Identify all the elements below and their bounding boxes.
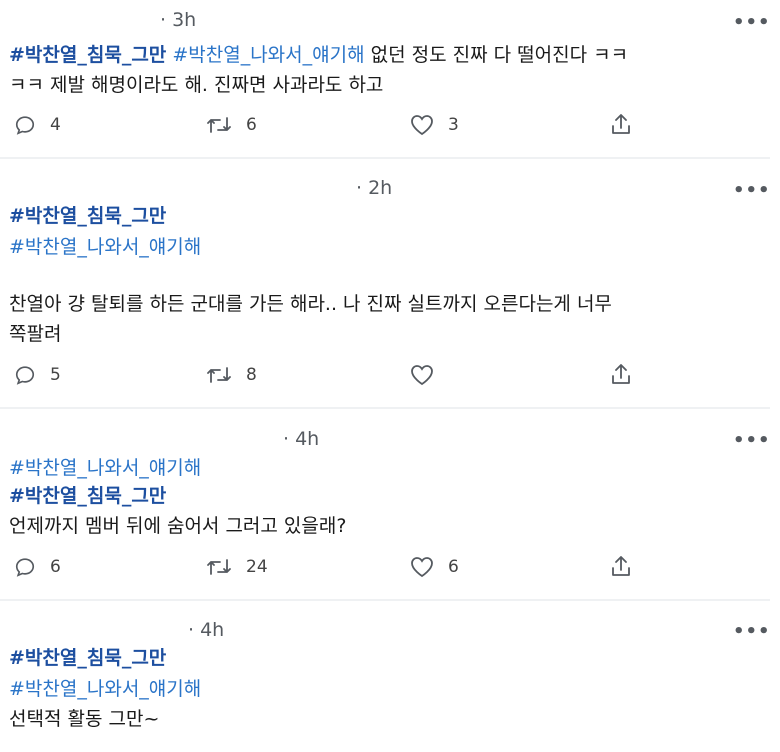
reply-button[interactable]: 5 (14, 364, 61, 386)
hashtag-link[interactable]: #박찬열_침묵_그만 (9, 44, 166, 66)
reply-count: 6 (50, 557, 61, 577)
tweet-1[interactable]: · 3h ••• #박찬열_침묵_그만 #박찬열_나와서_얘기해 없던 정도 진… (0, 0, 780, 158)
like-button[interactable] (410, 364, 434, 386)
more-options-icon[interactable]: ••• (733, 623, 771, 641)
reply-icon (15, 558, 35, 577)
retweet-count: 8 (246, 365, 257, 385)
like-count: 6 (448, 557, 459, 577)
tweet-timestamp[interactable]: · 4h (188, 619, 224, 641)
share-button[interactable] (610, 112, 632, 136)
reply-count: 4 (50, 115, 61, 135)
like-count: 3 (448, 115, 459, 135)
more-options-icon[interactable]: ••• (733, 432, 771, 450)
reply-icon (15, 366, 35, 385)
tweet-text-line: ㅋㅋ 제발 해명이라도 해. 진짜면 사과라도 하고 (9, 74, 384, 96)
tweet-divider (0, 157, 770, 159)
retweet-count: 24 (246, 557, 268, 577)
like-button[interactable]: 6 (410, 556, 459, 578)
tweet-3[interactable]: · 4h ••• #박찬열_나와서_얘기해 #박찬열_침묵_그만 언제까지 멤버… (0, 410, 780, 600)
share-button[interactable] (610, 554, 632, 578)
tweet-divider (0, 407, 770, 409)
share-button[interactable] (610, 362, 632, 386)
reply-button[interactable]: 6 (14, 556, 61, 578)
reply-icon (15, 116, 35, 135)
tweet-text-line: 쪽팔려 (9, 323, 62, 345)
tweet-timestamp[interactable]: · 3h (160, 9, 196, 31)
hashtag-link[interactable]: #박찬열_나와서_얘기해 (9, 455, 201, 481)
tweet-divider (0, 599, 770, 601)
hashtag-link[interactable]: #박찬열_나와서_얘기해 (172, 44, 364, 66)
more-options-icon[interactable]: ••• (733, 182, 771, 200)
retweet-icon (207, 367, 231, 383)
heart-icon (411, 557, 433, 578)
heart-icon (411, 365, 433, 386)
tweet-4[interactable]: · 4h ••• #박찬열_침묵_그만 #박찬열_나와서_얘기해 선택적 활동 … (0, 602, 780, 752)
tweet-text-line: 선택적 활동 그만~ (9, 708, 160, 730)
retweet-icon (207, 117, 231, 133)
more-options-icon[interactable]: ••• (733, 14, 771, 32)
hashtag-link[interactable]: #박찬열_나와서_얘기해 (9, 234, 201, 260)
tweet-2[interactable]: · 2h ••• #박찬열_침묵_그만 #박찬열_나와서_얘기해 찬열아 걍 탈… (0, 160, 780, 408)
share-icon (612, 114, 630, 134)
tweet-timestamp[interactable]: · 2h (356, 177, 392, 199)
retweet-count: 6 (246, 115, 257, 135)
like-button[interactable]: 3 (410, 114, 459, 136)
retweet-button[interactable]: 8 (206, 364, 257, 386)
hashtag-link[interactable]: #박찬열_침묵_그만 (9, 483, 166, 509)
tweet-text-line: 언제까지 멤버 뒤에 숨어서 그러고 있을래? (9, 515, 347, 537)
share-icon (612, 364, 630, 384)
tweet-timestamp[interactable]: · 4h (283, 428, 319, 450)
retweet-button[interactable]: 6 (206, 114, 257, 136)
hashtag-link[interactable]: #박찬열_나와서_얘기해 (9, 676, 201, 702)
reply-button[interactable]: 4 (14, 114, 61, 136)
reply-count: 5 (50, 365, 61, 385)
hashtag-link[interactable]: #박찬열_침묵_그만 (9, 203, 166, 229)
tweet-text-line: 찬열아 걍 탈퇴를 하든 군대를 가든 해라.. 나 진짜 실트까지 오른다는게… (9, 293, 612, 315)
tweet-text-line: #박찬열_침묵_그만 #박찬열_나와서_얘기해 없던 정도 진짜 다 떨어진다 … (9, 42, 628, 68)
retweet-icon (207, 559, 231, 575)
heart-icon (411, 115, 433, 136)
share-icon (612, 556, 630, 576)
tweet-text: 없던 정도 진짜 다 떨어진다 ㅋㅋ (370, 44, 629, 66)
hashtag-link[interactable]: #박찬열_침묵_그만 (9, 645, 166, 671)
retweet-button[interactable]: 24 (206, 556, 268, 578)
